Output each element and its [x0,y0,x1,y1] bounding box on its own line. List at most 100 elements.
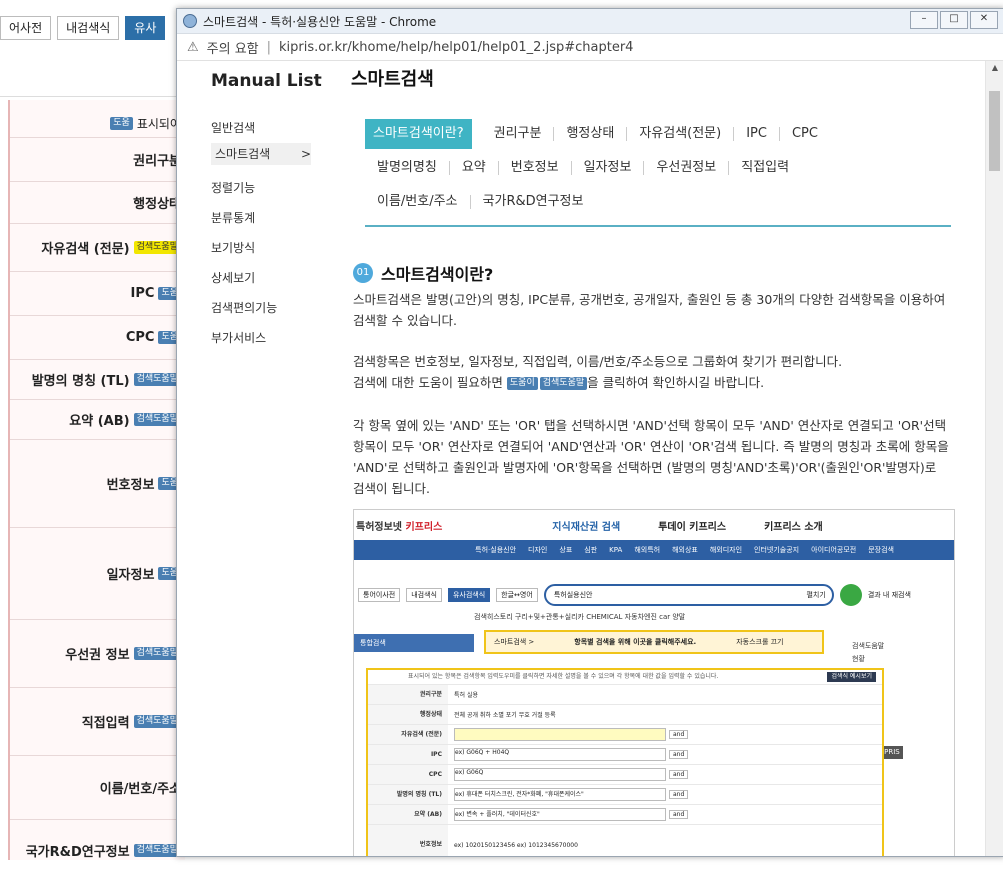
section-title: 스마트검색이란? [381,265,494,284]
url-text[interactable]: kipris.or.kr/khome/help/help01/help01_2.… [279,40,633,55]
tab-admin-status[interactable]: 행정상태 [554,127,628,141]
bg-tab-my-search[interactable]: 내검색식 [57,16,120,40]
field-row: 번호정보 도움 [10,440,185,528]
field-label: 우선권 정보 [65,648,130,663]
shot-menu-item: 해외특허 [634,546,661,554]
sidebar-item-convenience[interactable]: 검색편의기능 [211,293,361,323]
help-paragraph: 검색에 대한 도움이 필요하면 도움이 검색도움말 을 클릭하여 확인하시길 바랍니… [353,372,951,393]
help-popup-window: 스마트검색 - 특허·실용신안 도움말 - Chrome – □ ✕ ⚠ 주의 … [176,8,1003,857]
shot-logo: 특허정보넷 키프리스 [356,521,443,533]
field-label: 일자정보 [106,568,155,583]
sidebar-item-label: 스마트검색 [215,147,271,161]
chevron-right-icon: > [300,147,311,161]
section-heading: 01 스마트검색이란? [353,261,493,285]
background-tabs: 어사전 내검색식 유사 [0,16,166,40]
shot-menu-item: 문장검색 [868,546,894,554]
sidebar-item-detail[interactable]: 상세보기 [211,263,361,293]
shot-form-row: 자유검색 (전문) and [368,724,882,744]
shot-tab: 한글↔영어 [496,588,538,602]
shot-search-icon [839,584,862,606]
field-label: 행정상태 [133,197,181,212]
tab-cpc[interactable]: CPC [780,127,830,141]
shot-menu-item: 해외상표 [672,546,698,554]
shot-menu-item: 해외디자인 [709,546,743,554]
tab-what-is-smart-search[interactable]: 스마트검색이란? [365,119,472,149]
field-row: 직접입력 검색도움말 [10,688,185,756]
shot-menu-item: KPA [609,546,623,554]
security-label[interactable]: 주의 요함 [207,38,259,57]
globe-icon [183,14,197,28]
field-row: 자유검색 (전문) 검색도움말 [10,224,185,272]
sidebar-item-extra-service[interactable]: 부가서비스 [211,323,361,353]
help-tag[interactable]: 검색도움말 [133,715,181,728]
shot-history: 검색히스토리 구리+및+관통+실리카 CHEMICAL 자동차엔진 car 양말 [474,613,686,621]
intro-paragraph: 스마트검색은 발명(고안)의 명칭, IPC분류, 공개번호, 공개일자, 출원… [353,292,946,328]
field-label: 이름/번호/주소 [99,782,181,797]
tab-rights[interactable]: 권리구분 [482,127,555,141]
tab-direct-input[interactable]: 직접입력 [729,161,801,175]
sidebar-title: Manual List [211,71,322,91]
field-label: 요약 (AB) [69,414,130,429]
sidebar-item-stats[interactable]: 분류통계 [211,203,361,233]
shot-menu-item: 상표 [559,546,573,554]
shot-menu-item: 특허·실용신안 [475,546,517,554]
scroll-thumb[interactable] [989,91,1000,171]
field-label: 권리구분 [133,154,181,169]
minimize-button[interactable]: – [910,11,938,29]
warning-icon[interactable]: ⚠ [187,40,199,55]
display-label: 표시되어 [136,117,181,131]
sidebar-item-sort[interactable]: 정렬기능 [211,173,361,203]
shot-tab: 통어이사전 [358,588,401,602]
tab-invention-title[interactable]: 발명의명칭 [365,161,450,175]
sidebar-item-view-mode[interactable]: 보기방식 [211,233,361,263]
help-tag[interactable]: 도움 [110,117,133,130]
help-tag[interactable]: 검색도움말 [133,241,181,254]
shot-form-row: IPC ex) G06Q + H04Q and [368,744,882,764]
shot-menu-item: 디자인 [528,546,548,554]
help-tag[interactable]: 검색도움말 [133,647,181,660]
window-titlebar[interactable]: 스마트검색 - 특허·실용신안 도움말 - Chrome – □ ✕ [177,9,1003,34]
field-label: IPC [130,286,155,301]
main-content: 스마트검색 스마트검색이란? 권리구분 행정상태 자유검색(전문) IPC CP… [351,61,955,856]
shot-left-label: 통합검색 [354,634,474,652]
field-label: 직접입력 [81,716,130,731]
field-row: 요약 (AB) 검색도움말 [10,400,185,440]
help-text-post: 을 클릭하여 확인하시길 바랍니다. [587,375,765,390]
tab-name-number-address[interactable]: 이름/번호/주소 [365,195,471,209]
shot-nav-item: 지식재산권 검색 [552,521,621,533]
field-row: 발명의 명칭 (TL) 검색도움말 [10,360,185,400]
help-tag[interactable]: 검색도움말 [133,373,181,386]
shot-form-row: 권리구분 특허 실용 [368,684,882,704]
tab-abstract[interactable]: 요약 [450,161,499,175]
tab-free-search[interactable]: 자유검색(전문) [627,127,735,141]
page-content: Manual List 일반검색 스마트검색 > 정렬기능 분류통계 보기방식 … [177,61,985,856]
tab-date-info[interactable]: 일자정보 [572,161,645,175]
tab-priority-info[interactable]: 우선권정보 [644,161,730,175]
scroll-up-icon[interactable]: ▲ [986,61,1003,75]
field-row: 권리구분 [10,138,185,182]
sidebar-item-general-search[interactable]: 일반검색 [211,113,361,143]
bg-tab-similar[interactable]: 유사 [125,16,166,40]
window-controls: – □ ✕ [910,11,998,29]
field-label: 번호정보 [106,478,155,493]
shot-tab: 내검색식 [406,588,442,602]
bg-tab-dictionary[interactable]: 어사전 [0,16,52,40]
shot-search-row: 통어이사전 내검색식 유사검색식 한글↔영어 특허실용신안 펼치기 결과 내 재… [354,580,954,610]
page-title: 스마트검색 [351,69,434,90]
close-button[interactable]: ✕ [970,11,998,29]
tab-ipc[interactable]: IPC [734,127,780,141]
example-screenshot: 특허정보넷 키프리스 지식재산권 검색 투데이 키프리스 키프리스 소개 특허·… [353,509,955,856]
address-bar[interactable]: ⚠ 주의 요함 | kipris.or.kr/khome/help/help01… [177,34,1003,61]
vertical-scrollbar[interactable]: ▲ [985,61,1003,856]
shot-smart-bar: 스마트검색 > 항목별 검색을 위해 이곳을 클릭해주세요. 자동스크롤 끄기 [484,630,824,654]
field-label: 자유검색 (전문) [41,242,130,257]
sidebar-item-smart-search[interactable]: 스마트검색 > [211,143,311,165]
help-tag[interactable]: 검색도움말 [133,413,181,426]
shot-form-row: 발명의 명칭 (TL) ex) 휴대폰 터치스크린, 전자*화폐, "휴대폰케이스… [368,784,882,804]
tab-number-info[interactable]: 번호정보 [499,161,572,175]
maximize-button[interactable]: □ [940,11,968,29]
tab-national-rd[interactable]: 국가R&D연구정보 [471,195,596,209]
shot-header: 특허정보넷 키프리스 지식재산권 검색 투데이 키프리스 키프리스 소개 [354,510,954,540]
field-row: IPC 도움 [10,272,185,316]
field-row: 우선권 정보 검색도움말 [10,620,185,688]
